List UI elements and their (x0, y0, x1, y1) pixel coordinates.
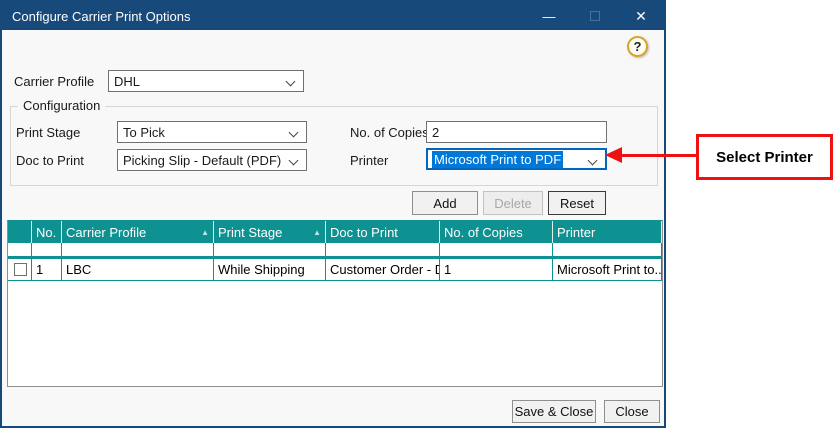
print-stage-label: Print Stage (16, 125, 80, 140)
filter-cell[interactable] (62, 243, 214, 256)
chevron-down-icon (286, 77, 296, 87)
row-select-cell (8, 259, 32, 280)
carrier-profile-label: Carrier Profile (14, 74, 94, 89)
filter-cell[interactable] (8, 243, 32, 256)
printer-label: Printer (350, 153, 388, 168)
chevron-down-icon (289, 128, 299, 138)
row-checkbox[interactable] (14, 263, 27, 276)
carrier-print-options-table: No. Carrier Profile ▲ Print Stage ▲ Doc … (7, 220, 663, 387)
filter-cell[interactable] (214, 243, 326, 256)
minimize-icon: — (543, 9, 556, 24)
column-header-print-stage[interactable]: Print Stage ▲ (214, 221, 326, 243)
carrier-profile-value: DHL (114, 74, 140, 89)
filter-cell[interactable] (553, 243, 662, 256)
titlebar: Configure Carrier Print Options — ✕ (2, 2, 664, 30)
minimize-button[interactable]: — (526, 2, 572, 30)
filter-cell[interactable] (32, 243, 62, 256)
reset-button[interactable]: Reset (548, 191, 606, 215)
help-button[interactable]: ? (627, 36, 648, 57)
doc-to-print-dropdown[interactable]: Picking Slip - Default (PDF) (117, 149, 307, 171)
help-icon: ? (634, 39, 642, 54)
table-filter-row (8, 243, 662, 259)
print-stage-dropdown[interactable]: To Pick (117, 121, 307, 143)
sort-ascending-icon: ▲ (201, 228, 209, 237)
table-header-row: No. Carrier Profile ▲ Print Stage ▲ Doc … (8, 221, 662, 243)
close-icon: ✕ (635, 8, 647, 25)
column-header-no[interactable]: No. (32, 221, 62, 243)
row-doc-to-print-cell: Customer Order - De... (326, 259, 440, 280)
close-dialog-button[interactable]: Close (604, 400, 660, 423)
printer-dropdown[interactable]: Microsoft Print to PDF (426, 148, 607, 170)
row-no-of-copies-cell: 1 (440, 259, 553, 280)
no-of-copies-input[interactable]: 2 (426, 121, 607, 143)
add-button[interactable]: Add (412, 191, 478, 215)
row-printer-cell: Microsoft Print to... (553, 259, 662, 280)
sort-ascending-icon: ▲ (313, 228, 321, 237)
filter-cell[interactable] (440, 243, 553, 256)
window-controls: — ✕ (526, 2, 664, 30)
column-header-no-of-copies[interactable]: No. of Copies (440, 221, 553, 243)
annotation-arrow-icon (605, 147, 622, 163)
maximize-icon (590, 11, 600, 21)
column-header-select[interactable] (8, 221, 32, 243)
chevron-down-icon (588, 156, 598, 166)
configure-carrier-print-options-dialog: Configure Carrier Print Options — ✕ ? Ca… (0, 0, 666, 428)
no-of-copies-value: 2 (432, 125, 439, 140)
doc-to-print-value: Picking Slip - Default (PDF) (123, 153, 281, 168)
annotation-label: Select Printer (716, 149, 813, 166)
column-header-carrier-profile[interactable]: Carrier Profile ▲ (62, 221, 214, 243)
doc-to-print-label: Doc to Print (16, 153, 84, 168)
table-row[interactable]: 1 LBC While Shipping Customer Order - De… (8, 259, 662, 281)
annotation-line (621, 154, 698, 157)
chevron-down-icon (289, 156, 299, 166)
printer-value: Microsoft Print to PDF (432, 151, 563, 168)
no-of-copies-label: No. of Copies (350, 125, 429, 140)
print-stage-value: To Pick (123, 125, 165, 140)
row-no-cell: 1 (32, 259, 62, 280)
save-and-close-button[interactable]: Save & Close (512, 400, 596, 423)
select-printer-annotation: Select Printer (696, 134, 833, 180)
maximize-button[interactable] (572, 2, 618, 30)
column-header-printer[interactable]: Printer (553, 221, 662, 243)
delete-button: Delete (483, 191, 543, 215)
column-header-doc-to-print[interactable]: Doc to Print (326, 221, 440, 243)
window-title: Configure Carrier Print Options (2, 9, 190, 24)
carrier-profile-dropdown[interactable]: DHL (108, 70, 304, 92)
configuration-groupbox (10, 106, 658, 186)
configuration-group-title: Configuration (18, 98, 105, 113)
close-button[interactable]: ✕ (618, 2, 664, 30)
filter-cell[interactable] (326, 243, 440, 256)
row-print-stage-cell: While Shipping (214, 259, 326, 280)
row-carrier-profile-cell: LBC (62, 259, 214, 280)
